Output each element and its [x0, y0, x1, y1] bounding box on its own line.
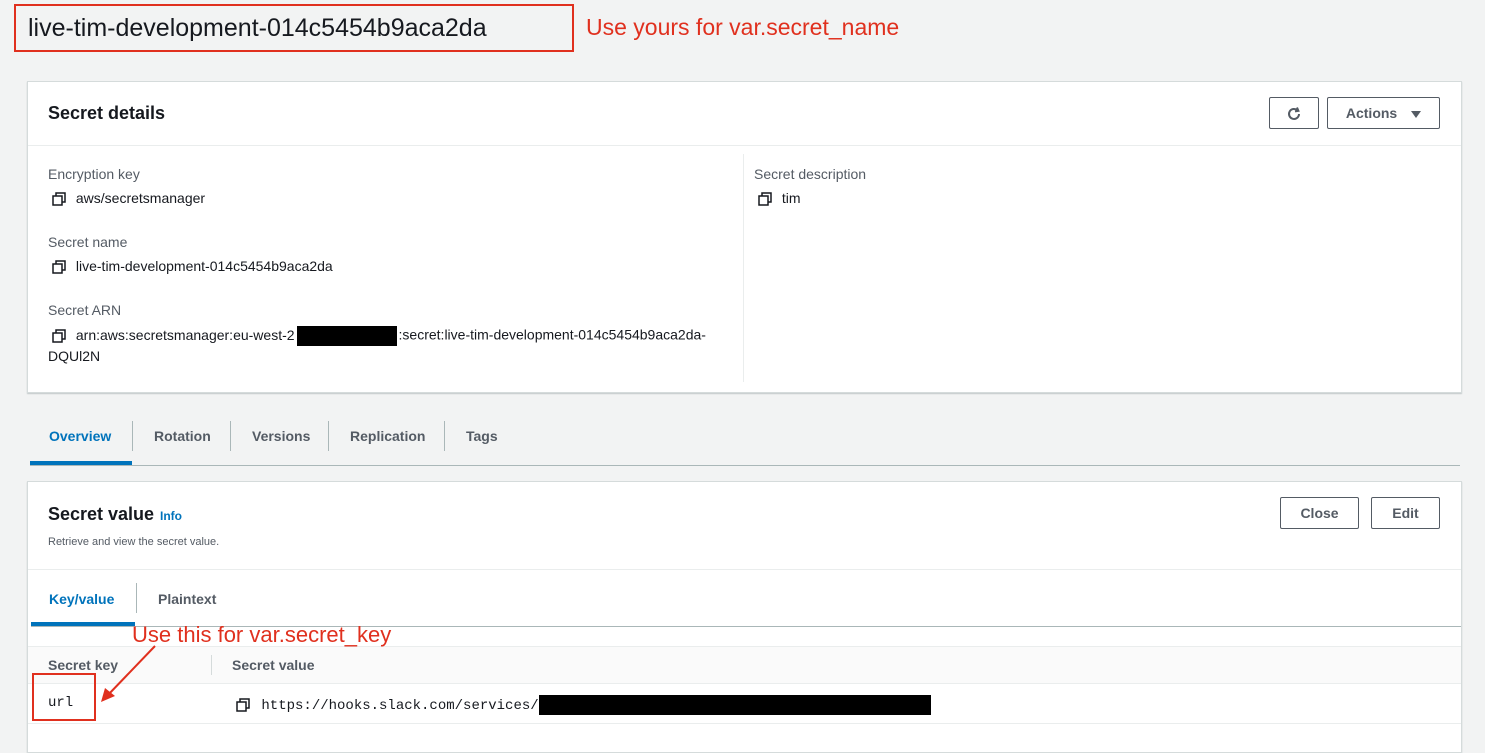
secret-arn-prefix: arn:aws:secretsmanager:eu-west-2	[75, 326, 295, 343]
secret-value-panel: Secret value Info Retrieve and view the …	[27, 481, 1462, 753]
secret-name-value: live-tim-development-014c5454b9aca2da	[75, 258, 333, 274]
secret-description-value: tim	[781, 190, 801, 206]
caret-down-icon	[1411, 110, 1422, 118]
main-tabs: Overview Rotation Versions Replication T…	[30, 417, 1460, 466]
secret-arn-label: Secret ARN	[48, 302, 122, 318]
secret-key-annotation: Use this for var.secret_key	[132, 622, 392, 647]
refresh-icon	[1288, 106, 1300, 120]
tab-tags[interactable]: Tags	[466, 428, 498, 444]
page-title: live-tim-development-014c5454b9aca2da	[14, 4, 574, 52]
tab-overview[interactable]: Overview	[49, 428, 111, 444]
copy-icon[interactable]	[52, 329, 66, 343]
secret-value-cell: https://hooks.slack.com/services/	[236, 695, 931, 715]
refresh-button[interactable]	[1269, 97, 1319, 129]
tab-separator	[444, 421, 445, 451]
tab-versions[interactable]: Versions	[252, 428, 310, 444]
secret-value-subtitle: Retrieve and view the secret value.	[48, 536, 220, 548]
tab-separator	[328, 421, 329, 451]
secret-name-label: Secret name	[48, 234, 128, 250]
column-header-value: Secret value	[232, 657, 315, 673]
subtab-key-value[interactable]: Key/value	[49, 591, 114, 607]
encryption-key-row: aws/secretsmanager	[52, 190, 206, 207]
redacted-webhook-path	[538, 695, 931, 715]
secret-details-panel: Secret details Actions Encryption key aw…	[27, 81, 1462, 393]
active-tab-indicator	[30, 461, 132, 465]
secret-arn-suffix: :secret:live-tim-development-014c5454b9a…	[398, 326, 706, 343]
secret-name-annotation: Use yours for var.secret_name	[586, 14, 900, 40]
tab-separator	[136, 583, 137, 613]
tab-replication[interactable]: Replication	[350, 428, 425, 444]
column-divider	[211, 655, 212, 675]
secret-description-row: tim	[758, 190, 801, 207]
redacted-account-id	[296, 326, 397, 346]
secret-name-row: live-tim-development-014c5454b9aca2da	[52, 258, 333, 275]
info-link[interactable]: Info	[160, 509, 182, 523]
secret-arn-wrap: DQUl2N	[48, 348, 101, 364]
copy-icon[interactable]	[52, 192, 66, 207]
actions-button[interactable]: Actions	[1327, 97, 1440, 129]
subtab-plaintext[interactable]: Plaintext	[158, 591, 216, 607]
tab-rotation[interactable]: Rotation	[154, 428, 211, 444]
secret-key-highlight-box	[32, 673, 96, 721]
panel-divider	[28, 569, 1461, 570]
tab-separator	[230, 421, 231, 451]
copy-icon[interactable]	[52, 260, 66, 275]
tab-separator	[132, 421, 133, 451]
close-button[interactable]: Close	[1280, 497, 1359, 529]
copy-icon[interactable]	[758, 192, 772, 207]
secret-value-prefix: https://hooks.slack.com/services/	[261, 697, 539, 714]
secret-details-header: Secret details Actions	[28, 82, 1461, 146]
secret-details-title: Secret details	[48, 103, 166, 123]
secret-description-label: Secret description	[754, 166, 867, 182]
copy-icon[interactable]	[236, 698, 250, 712]
actions-label: Actions	[1345, 105, 1398, 121]
edit-button[interactable]: Edit	[1371, 497, 1440, 529]
table-row: url https://hooks.slack.com/services/	[28, 683, 1461, 724]
annotation-arrow-icon	[101, 645, 156, 702]
secret-value-title: Secret value	[48, 504, 155, 524]
secret-arn-row: arn:aws:secretsmanager:eu-west-2 :secret:…	[52, 326, 742, 346]
encryption-key-value: aws/secretsmanager	[75, 190, 206, 206]
column-divider	[743, 154, 744, 382]
table-header: Secret key Secret value	[28, 646, 1461, 684]
encryption-key-label: Encryption key	[48, 166, 140, 182]
